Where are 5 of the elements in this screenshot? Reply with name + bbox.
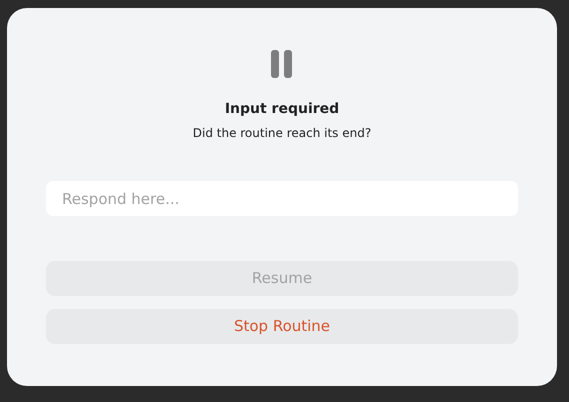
dialog-title: Input required [224, 100, 340, 118]
response-field[interactable]: Respond here... [46, 181, 518, 216]
action-button[interactable]: Stop Routine [46, 309, 518, 344]
dialog-message: Did the routine reach its end? [192, 125, 372, 141]
pause-icon [271, 50, 293, 78]
